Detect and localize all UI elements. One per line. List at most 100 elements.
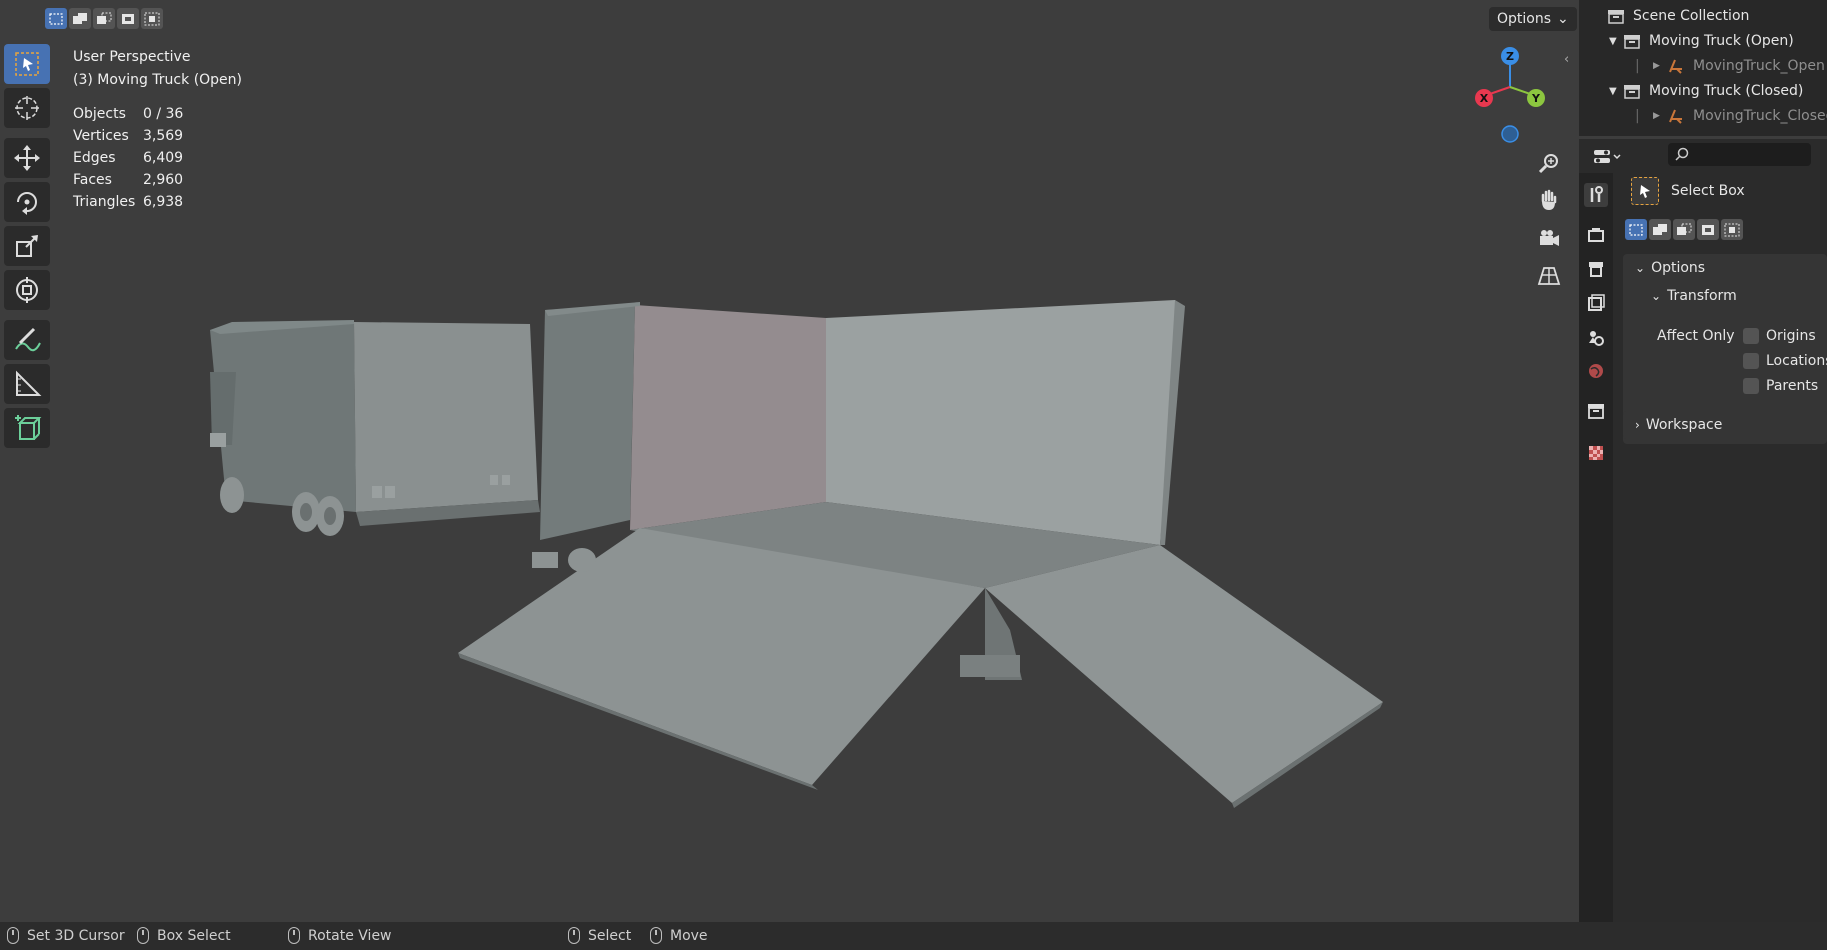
view-layer-tab-icon[interactable] [1584,291,1608,315]
status-label: Box Select [157,927,231,944]
parents-checkbox[interactable]: Parents [1743,378,1818,394]
move-icon[interactable] [4,138,50,178]
checkbox-box[interactable] [1743,328,1759,344]
status-move: Move [650,927,708,944]
select-intersect-icon[interactable] [1721,219,1743,240]
viewport-scene[interactable] [0,0,1577,922]
hand-pan-icon[interactable] [1533,184,1565,216]
workspace-panel-title: Workspace [1645,417,1723,433]
collection-box-icon [1624,85,1640,99]
workspace-panel-header[interactable]: › Workspace [1623,411,1827,439]
properties-editor: Select Box ⌄ Options ⌄ Transform Affect … [1579,139,1827,922]
expand-triangle-icon[interactable]: ▼ [1609,36,1623,47]
scale-icon[interactable] [4,226,50,266]
open-truck-model[interactable] [458,300,1383,808]
properties-tab-column [1579,173,1613,922]
select-extend-icon[interactable] [69,8,91,29]
select-intersect-icon[interactable] [141,8,163,29]
outliner-item-moving-truck-closed[interactable]: ▼ Moving Truck (Closed) [1609,80,1803,102]
tree-line: | [1635,108,1640,124]
select-box-icon[interactable] [4,44,50,84]
stat-label: Edges [73,150,116,166]
editor-type-dropdown[interactable] [1589,144,1627,170]
checkbox-label: Parents [1766,378,1819,394]
properties-search-input[interactable] [1668,143,1811,166]
checkbox-box[interactable] [1743,353,1759,369]
chevron-down-icon: ⌄ [1557,11,1569,27]
gizmo-y-label: Y [1531,92,1541,105]
stat-vertices: Vertices 3,569 [73,125,183,147]
status-set-3d-cursor: Set 3D Cursor [7,927,125,944]
mouse-middle-icon [288,927,300,944]
expand-triangle-icon[interactable]: ▶ [1653,111,1667,121]
stat-objects: Objects 0 / 36 [73,103,183,125]
select-new-icon[interactable] [45,8,67,29]
expand-triangle-icon[interactable]: ▶ [1653,61,1667,71]
affect-only-label: Affect Only [1657,328,1735,344]
outliner-item-movingtruck-closed-object[interactable]: | ▶ MovingTruck_Closed [1635,105,1827,127]
texture-tab-icon[interactable] [1584,441,1608,465]
cursor-icon[interactable] [4,88,50,128]
add-cube-icon[interactable] [4,408,50,448]
zoom-icon[interactable] [1533,147,1565,179]
sidebar-toggle-arrow-icon[interactable]: ‹ [1564,52,1569,67]
closed-truck-model[interactable] [210,320,540,536]
status-bar: Set 3D Cursor Box Select Rotate View Sel… [0,922,1827,950]
rotate-icon[interactable] [4,182,50,222]
chevron-right-icon: › [1635,418,1640,432]
properties-editor-icon [1594,150,1621,163]
select-subtract-icon[interactable] [93,8,115,29]
stat-label: Objects [73,106,126,122]
world-tab-icon[interactable] [1584,359,1608,383]
grid-perspective-icon[interactable] [1533,260,1565,292]
active-tool-name: Select Box [1671,183,1745,199]
select-subtract-icon[interactable] [1673,219,1695,240]
transform-icon[interactable] [4,270,50,310]
checkbox-box[interactable] [1743,378,1759,394]
expand-triangle-icon[interactable]: ▼ [1609,86,1623,97]
camera-icon[interactable] [1533,222,1565,254]
select-invert-icon[interactable] [1697,219,1719,240]
tool-settings-tab-icon[interactable] [1584,183,1608,207]
search-icon [1675,147,1689,161]
armature-object-icon [1669,59,1682,74]
status-label: Set 3D Cursor [27,927,125,944]
transform-subpanel-header[interactable]: ⌄ Transform [1623,282,1827,310]
mouse-left-icon [7,927,19,944]
stat-triangles: Triangles 6,938 [73,191,183,213]
3d-viewport[interactable]: Options ⌄ ‹ User Perspective (3) Moving … [0,0,1577,922]
select-new-icon[interactable] [1625,219,1647,240]
workspace-panel[interactable]: › Workspace [1623,411,1827,439]
locations-checkbox[interactable]: Locations [1743,353,1827,369]
outliner-item-moving-truck-open[interactable]: ▼ Moving Truck (Open) [1609,30,1794,52]
transform-subpanel-title: Transform [1667,288,1737,304]
selection-mode-group [45,8,163,29]
navigation-gizmo[interactable]: Z X Y [1465,42,1555,152]
outliner-item-movingtruck-open-object[interactable]: | ▶ MovingTruck_Open [1635,55,1825,77]
output-tab-icon[interactable] [1584,257,1608,281]
origins-checkbox[interactable]: Origins [1743,328,1816,344]
stat-value: 2,960 [143,172,184,188]
options-panel-title: Options [1651,260,1706,276]
select-extend-icon[interactable] [1649,219,1671,240]
status-label: Rotate View [308,927,392,944]
stat-faces: Faces 2,960 [73,169,183,191]
viewport-options-label: Options [1497,11,1552,27]
viewport-options-dropdown[interactable]: Options ⌄ [1489,7,1577,31]
outliner-scene-collection[interactable]: Scene Collection [1607,5,1749,27]
annotate-icon[interactable] [4,320,50,360]
armature-object-icon [1669,109,1682,124]
options-panel-header[interactable]: ⌄ Options [1623,254,1827,282]
properties-header [1579,139,1827,173]
outliner-root-label: Scene Collection [1633,8,1750,24]
collection-box-icon [1624,35,1640,49]
render-tab-icon[interactable] [1584,223,1608,247]
select-invert-icon[interactable] [117,8,139,29]
active-tool-row: Select Box [1631,177,1745,205]
measure-icon[interactable] [4,364,50,404]
outliner-item-label: Moving Truck (Open) [1649,33,1794,49]
collection-tab-icon[interactable] [1584,399,1608,423]
scene-tab-icon[interactable] [1584,325,1608,349]
gizmo-neg-z-axis[interactable] [1501,125,1519,143]
stat-value: 6,938 [143,194,184,210]
